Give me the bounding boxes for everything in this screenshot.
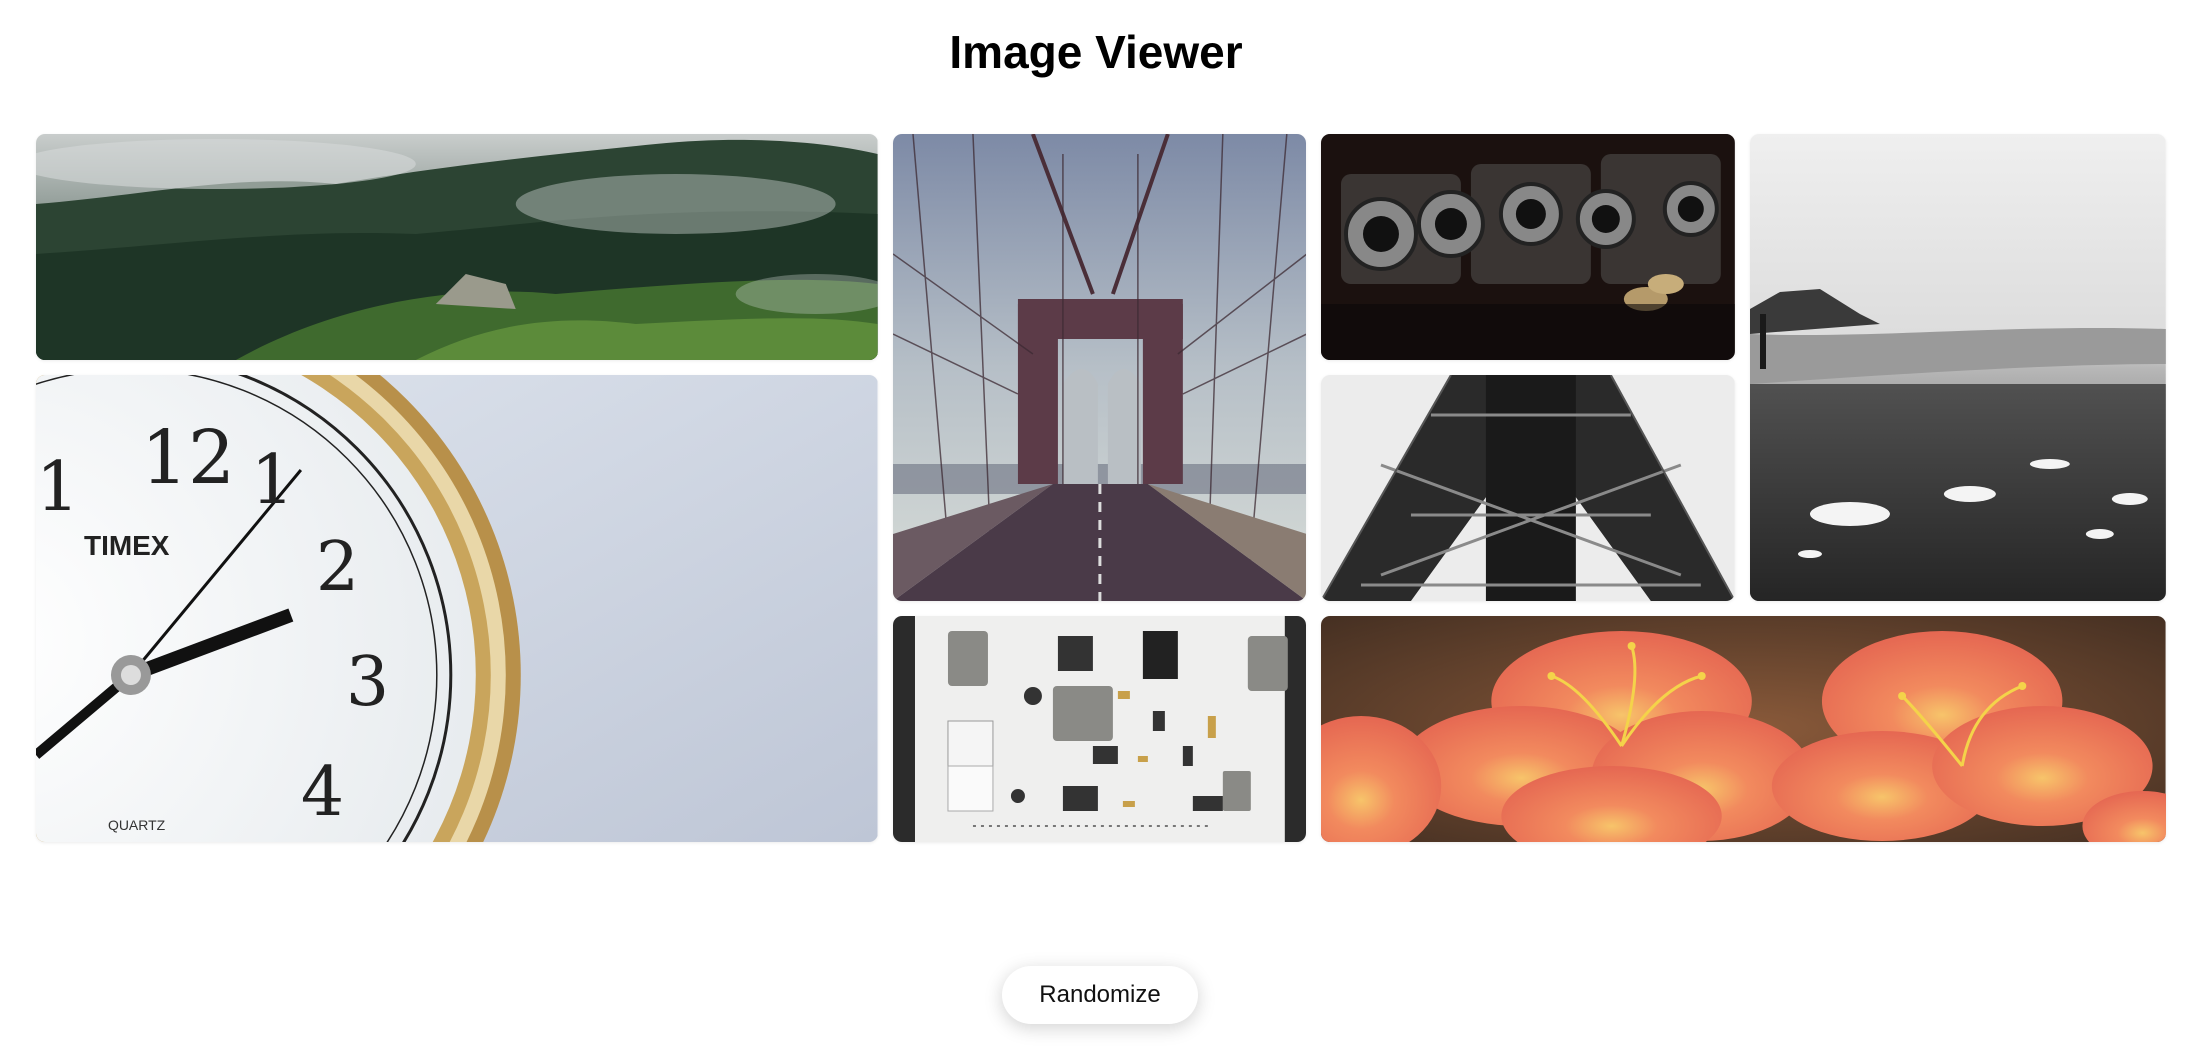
flowers-image-art — [1321, 616, 2166, 842]
image-tower[interactable] — [1321, 375, 1736, 601]
svg-text:QUARTZ: QUARTZ — [108, 817, 166, 833]
parts-image-art — [892, 616, 1307, 842]
randomize-button[interactable]: Randomize — [1002, 966, 1198, 1024]
image-grid: 12 1 2 3 4 1 TIMEX QUARTZ — [36, 134, 2166, 843]
clock-image-art: 12 1 2 3 4 1 TIMEX QUARTZ — [36, 375, 878, 842]
page-title: Image Viewer — [949, 26, 1243, 78]
image-forest[interactable] — [36, 134, 878, 360]
image-clock[interactable]: 12 1 2 3 4 1 TIMEX QUARTZ — [36, 375, 878, 842]
bridge-image-art — [892, 134, 1307, 601]
image-flowers[interactable] — [1321, 616, 2166, 842]
image-viewer-page: Image Viewer 12 1 2 3 4 1 TIMEX QUARTZ R… — [0, 0, 2192, 1063]
forest-image-art — [36, 134, 878, 360]
clock-brand: TIMEX — [84, 530, 170, 561]
svg-text:1: 1 — [251, 441, 294, 520]
svg-text:2: 2 — [316, 528, 359, 607]
image-bridge[interactable] — [892, 134, 1307, 601]
beach-image-art — [1750, 134, 2166, 601]
tower-image-art — [1321, 375, 1736, 601]
image-cameras[interactable] — [1321, 134, 1736, 360]
svg-text:1: 1 — [36, 448, 79, 527]
image-device-parts[interactable] — [892, 616, 1307, 842]
svg-text:4: 4 — [301, 753, 344, 832]
svg-text:3: 3 — [346, 643, 389, 722]
image-beach[interactable] — [1750, 134, 2166, 601]
clock-numeral-12: 12 — [141, 415, 235, 501]
cameras-image-art — [1321, 134, 1736, 360]
